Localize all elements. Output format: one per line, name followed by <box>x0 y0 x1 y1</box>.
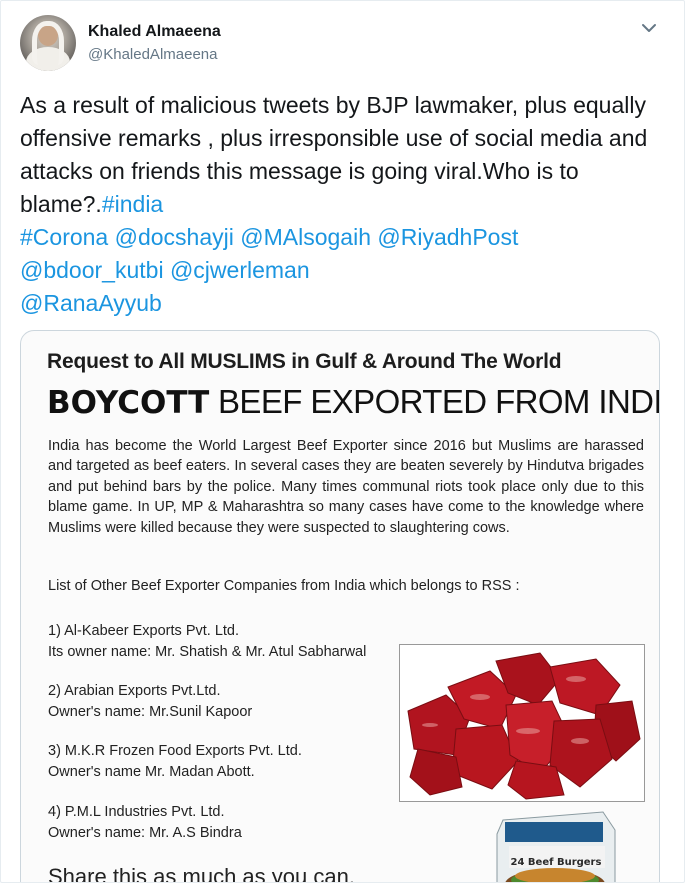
mention-docshayji[interactable]: @docshayji <box>115 224 234 250</box>
poster-list-item: 1) Al-Kabeer Exports Pvt. Ltd. Its owner… <box>48 621 366 662</box>
burger-box-label: 24 Beef Burgers <box>511 857 602 868</box>
poster-boycott-word: BOYCOTT <box>47 385 210 421</box>
author-name[interactable]: Khaled Almaeena <box>88 23 221 41</box>
mention-ranaayyub[interactable]: @RanaAyyub <box>20 290 162 316</box>
owner-name: Its owner name: Mr. Shatish & Mr. Atul S… <box>48 643 367 660</box>
poster-paragraph: India has become the World Largest Beef … <box>48 438 644 536</box>
poster-boycott-title: BOYCOTT BEEF EXPORTED FROM INDIA <box>47 383 660 421</box>
mention-cjwerleman[interactable]: @cjwerleman <box>170 257 310 283</box>
company-name: 4) P.M.L Industries Pvt. Ltd. <box>48 804 225 820</box>
author-handle[interactable]: @KhaledAlmaeena <box>88 46 217 63</box>
hashtag-corona[interactable]: #Corona <box>20 224 108 250</box>
tweet-card: Khaled Almaeena @KhaledAlmaeena As a res… <box>0 0 685 883</box>
poster-list-item: 4) P.M.L Industries Pvt. Ltd. Owner's na… <box>48 802 242 843</box>
poster-heading: Request to All MUSLIMS in Gulf & Around … <box>47 350 562 373</box>
burger-box-illustration: 24 Beef Burgers <box>496 811 616 882</box>
company-name: 2) Arabian Exports Pvt.Ltd. <box>48 683 221 699</box>
poster-list-item: 2) Arabian Exports Pvt.Ltd. Owner's name… <box>48 681 252 722</box>
meat-cubes-illustration <box>400 645 644 801</box>
chevron-down-icon[interactable] <box>640 21 658 35</box>
poster-share-text: Share this as much as you can. <box>48 864 355 883</box>
poster: Request to All MUSLIMS in Gulf & Around … <box>21 331 660 883</box>
avatar[interactable] <box>20 15 76 71</box>
company-name: 3) M.K.R Frozen Food Exports Pvt. Ltd. <box>48 743 302 759</box>
tweet-text: As a result of malicious tweets by BJP l… <box>20 89 660 320</box>
owner-name: Owner's name: Mr. A.S Bindra <box>48 824 242 841</box>
poster-list-title: List of Other Beef Exporter Companies fr… <box>48 578 520 594</box>
mention-malsogaih[interactable]: @MAlsogaih <box>240 224 371 250</box>
mention-riyadhpost[interactable]: @RiyadhPost <box>377 224 518 250</box>
avatar-headwear-shape <box>32 21 64 65</box>
poster-list-item: 3) M.K.R Frozen Food Exports Pvt. Ltd. O… <box>48 741 302 782</box>
hashtag-india[interactable]: #india <box>102 191 163 217</box>
raw-meat-photo <box>399 644 645 802</box>
burger-box-photo: 24 Beef Burgers <box>495 810 617 882</box>
mention-bdoor-kutbi[interactable]: @bdoor_kutbi <box>20 257 164 283</box>
tweet-header: Khaled Almaeena @KhaledAlmaeena <box>1 1 684 81</box>
company-name: 1) Al-Kabeer Exports Pvt. Ltd. <box>48 623 240 639</box>
owner-name: Owner's name: Mr.Sunil Kapoor <box>48 703 253 720</box>
owner-name: Owner's name Mr. Madan Abott. <box>48 763 255 780</box>
poster-boycott-rest: BEEF EXPORTED FROM INDIA <box>218 383 660 420</box>
tweet-media-image[interactable]: Request to All MUSLIMS in Gulf & Around … <box>20 330 660 883</box>
